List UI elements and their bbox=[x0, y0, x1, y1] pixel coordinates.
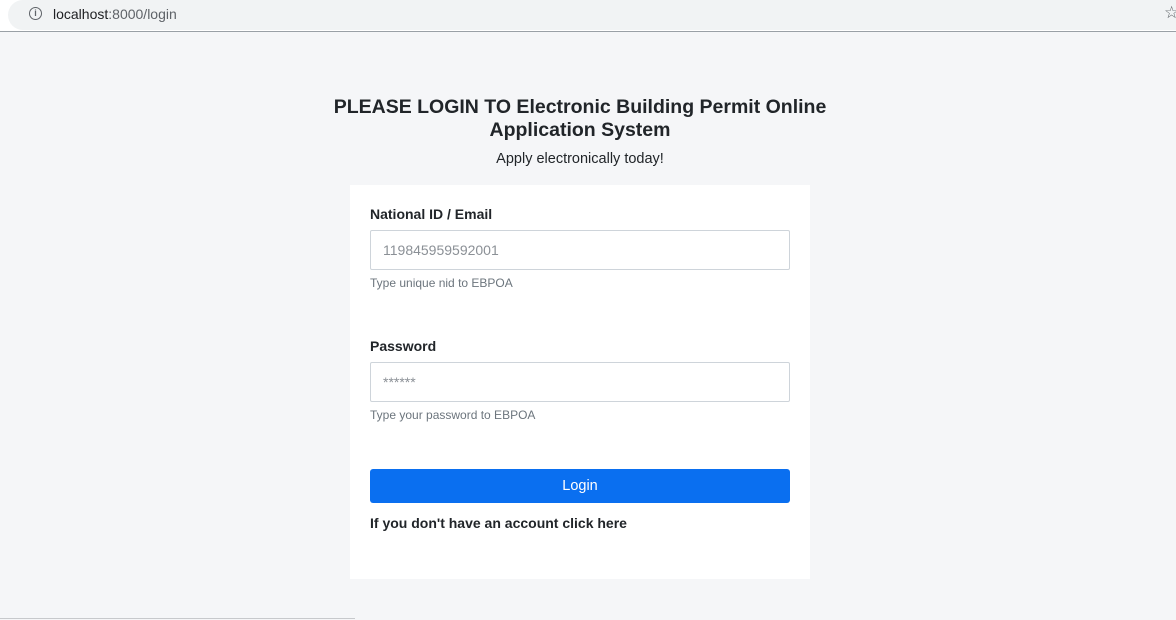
address-bar[interactable]: i localhost:8000/login bbox=[8, 0, 1176, 30]
nid-input[interactable] bbox=[370, 230, 790, 270]
password-label: Password bbox=[370, 338, 437, 354]
url-host: localhost bbox=[53, 6, 109, 22]
password-input[interactable] bbox=[370, 362, 790, 402]
bottom-divider bbox=[0, 618, 355, 619]
login-button[interactable]: Login bbox=[370, 469, 790, 503]
register-link[interactable]: If you don't have an account click here bbox=[370, 515, 627, 531]
info-icon[interactable]: i bbox=[29, 7, 42, 20]
nid-label: National ID / Email bbox=[370, 206, 493, 222]
password-help-text: Type your password to EBPOA bbox=[370, 408, 536, 422]
page-subtitle: Apply electronically today! bbox=[496, 151, 664, 167]
page-title: PLEASE LOGIN TO Electronic Building Perm… bbox=[333, 96, 827, 141]
star-icon[interactable]: ☆ bbox=[1164, 4, 1176, 22]
url-path: :8000/login bbox=[108, 6, 177, 22]
nid-help-text: Type unique nid to EBPOA bbox=[370, 276, 513, 290]
browser-toolbar: i localhost:8000/login ☆ bbox=[0, 0, 1176, 32]
url-text[interactable]: localhost:8000/login bbox=[53, 6, 177, 22]
login-card: National ID / Email Type unique nid to E… bbox=[350, 185, 810, 579]
